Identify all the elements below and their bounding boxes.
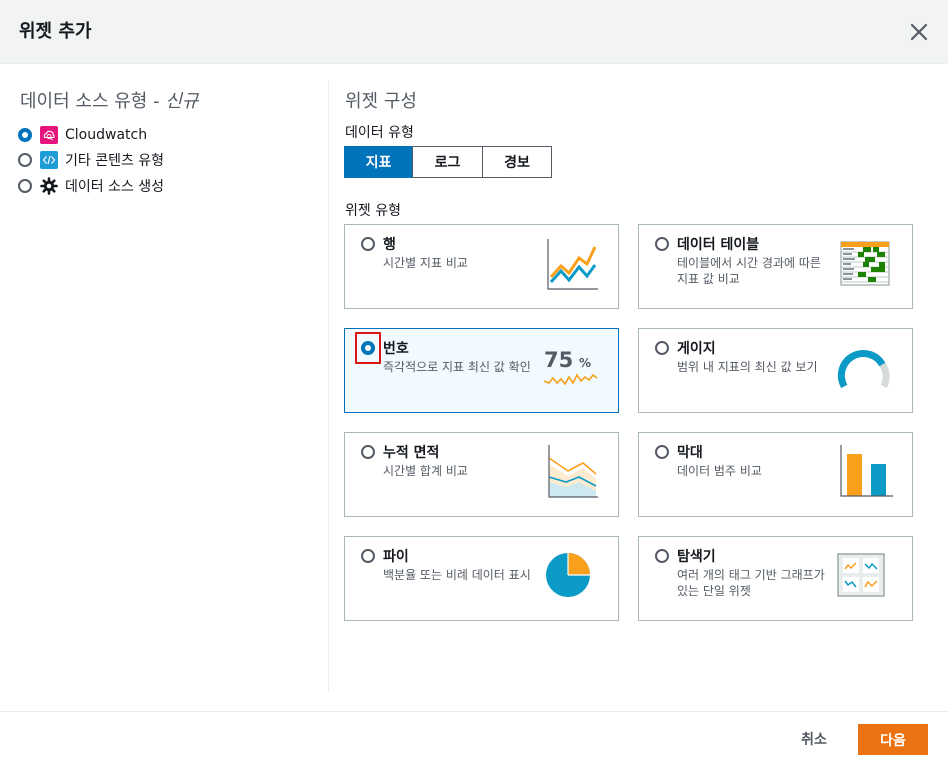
radio-unselected[interactable] bbox=[655, 341, 669, 355]
explorer-icon bbox=[834, 551, 894, 611]
card-description: 테이블에서 시간 경과에 따른 지표 값 비교 bbox=[677, 256, 821, 286]
close-icon[interactable] bbox=[906, 20, 932, 44]
card-description: 백분율 또는 비례 데이터 표시 bbox=[383, 568, 531, 582]
data-type-alarms-button[interactable]: 경보 bbox=[482, 146, 552, 178]
table-icon bbox=[834, 239, 894, 299]
modal-header: 위젯 추가 bbox=[0, 0, 948, 64]
pie-chart-icon bbox=[540, 551, 600, 611]
source-option-other-content[interactable]: 기타 콘텐츠 유형 bbox=[18, 150, 164, 170]
card-description: 여러 개의 태그 기반 그래프가 있는 단일 위젯 bbox=[677, 568, 825, 598]
radio-unselected[interactable] bbox=[655, 445, 669, 459]
cloudwatch-icon bbox=[40, 126, 58, 144]
card-title: 데이터 테이블 bbox=[677, 237, 760, 253]
data-type-segmented-control: 지표 로그 경보 bbox=[344, 146, 552, 178]
widget-type-label: 위젯 유형 bbox=[345, 203, 401, 219]
widget-card-explorer[interactable]: 탐색기 여러 개의 태그 기반 그래프가 있는 단일 위젯 bbox=[638, 536, 913, 621]
number-icon: 75 % bbox=[540, 341, 600, 401]
source-option-label: 기타 콘텐츠 유형 bbox=[65, 153, 165, 169]
gear-icon bbox=[40, 177, 58, 195]
line-chart-icon bbox=[540, 237, 600, 297]
selection-highlight-box bbox=[355, 332, 381, 364]
number-unit: % bbox=[579, 356, 591, 370]
next-button[interactable]: 다음 bbox=[858, 724, 928, 755]
data-type-logs-button[interactable]: 로그 bbox=[412, 146, 483, 178]
radio-unselected[interactable] bbox=[361, 549, 375, 563]
card-title: 행 bbox=[383, 237, 396, 253]
data-type-metrics-button[interactable]: 지표 bbox=[344, 146, 413, 178]
widget-card-number[interactable]: 번호 즉각적으로 지표 최신 값 확인 75 % bbox=[344, 328, 619, 413]
vertical-divider bbox=[328, 80, 329, 692]
card-title: 막대 bbox=[677, 445, 703, 461]
card-description: 범위 내 지표의 최신 값 보기 bbox=[677, 360, 818, 374]
radio-unselected[interactable] bbox=[361, 445, 375, 459]
widget-card-gauge[interactable]: 게이지 범위 내 지표의 최신 값 보기 bbox=[638, 328, 913, 413]
code-icon bbox=[40, 151, 58, 169]
widget-card-stacked-area[interactable]: 누적 면적 시간별 합계 비교 bbox=[344, 432, 619, 517]
number-value: 75 bbox=[544, 348, 573, 372]
card-description: 즉각적으로 지표 최신 값 확인 bbox=[383, 360, 531, 374]
radio-unselected[interactable] bbox=[18, 153, 32, 167]
card-description: 시간별 지표 비교 bbox=[383, 256, 468, 270]
gauge-icon bbox=[834, 343, 894, 403]
card-title: 누적 면적 bbox=[383, 445, 440, 461]
data-type-label: 데이터 유형 bbox=[345, 125, 414, 141]
source-option-label: 데이터 소스 생성 bbox=[65, 179, 165, 195]
card-description: 데이터 범주 비교 bbox=[677, 464, 762, 478]
source-option-label: Cloudwatch bbox=[65, 127, 148, 143]
widget-card-bar[interactable]: 막대 데이터 범주 비교 bbox=[638, 432, 913, 517]
bar-chart-icon bbox=[834, 445, 894, 505]
stacked-area-icon bbox=[540, 445, 600, 505]
card-title: 파이 bbox=[383, 549, 409, 565]
card-title: 탐색기 bbox=[677, 549, 716, 565]
radio-selected[interactable] bbox=[18, 128, 32, 142]
card-title: 게이지 bbox=[677, 341, 716, 357]
source-option-create-data-source[interactable]: 데이터 소스 생성 bbox=[18, 176, 164, 196]
widget-card-line[interactable]: 행 시간별 지표 비교 bbox=[344, 224, 619, 309]
modal-title: 위젯 추가 bbox=[19, 21, 92, 42]
card-description: 시간별 합계 비교 bbox=[383, 464, 468, 478]
radio-unselected[interactable] bbox=[655, 549, 669, 563]
radio-unselected[interactable] bbox=[655, 237, 669, 251]
cancel-button[interactable]: 취소 bbox=[787, 723, 841, 755]
card-title: 번호 bbox=[383, 341, 409, 357]
widget-config-title: 위젯 구성 bbox=[345, 91, 417, 112]
data-source-title: 데이터 소스 유형 - 신규 bbox=[20, 91, 199, 112]
source-option-cloudwatch[interactable]: Cloudwatch bbox=[18, 125, 147, 145]
widget-card-pie[interactable]: 파이 백분율 또는 비례 데이터 표시 bbox=[344, 536, 619, 621]
radio-unselected[interactable] bbox=[18, 179, 32, 193]
radio-unselected[interactable] bbox=[361, 237, 375, 251]
footer-divider bbox=[0, 711, 948, 712]
widget-card-data-table[interactable]: 데이터 테이블 테이블에서 시간 경과에 따른 지표 값 비교 bbox=[638, 224, 913, 309]
